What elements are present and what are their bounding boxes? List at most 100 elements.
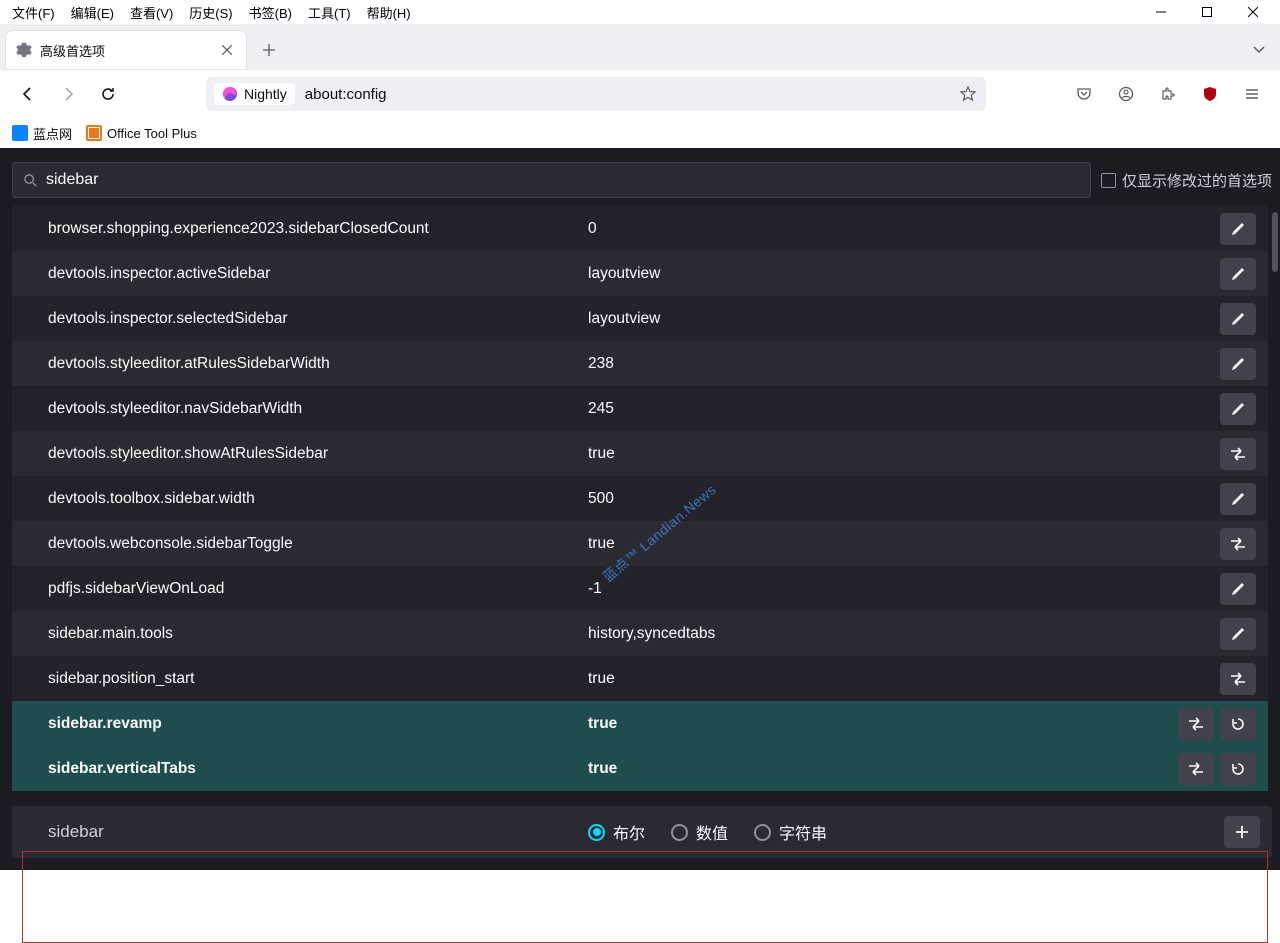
toggle-button[interactable] [1220,663,1256,695]
pref-row[interactable]: browser.shopping.experience2023.sidebarC… [12,206,1268,251]
pref-name: devtools.styleeditor.showAtRulesSidebar [48,445,588,463]
pref-value: true [588,715,1178,733]
bookmarks-toolbar: 蓝点网 Office Tool Plus [0,118,1280,148]
pref-name: sidebar.revamp [48,715,588,733]
pref-row[interactable]: devtools.webconsole.sidebarToggletrue [12,521,1268,566]
reload-button[interactable] [92,78,124,110]
modified-only-toggle[interactable]: 仅显示修改过的首选项 [1101,170,1272,191]
reset-button[interactable] [1220,753,1256,785]
menu-history[interactable]: 历史(S) [181,1,240,24]
url-text: about:config [301,86,387,103]
extensions-icon[interactable] [1152,78,1184,110]
radio-icon [588,824,605,841]
radio-icon [754,824,771,841]
tab-about-config[interactable]: 高级首选项 [6,31,246,69]
pref-row[interactable]: sidebar.position_starttrue [12,656,1268,701]
pref-row[interactable]: sidebar.revamptrue [12,701,1268,746]
pref-row[interactable]: devtools.inspector.selectedSidebarlayout… [12,296,1268,341]
pref-value: -1 [588,580,1220,598]
bookmark-icon [12,125,28,141]
identity-box[interactable]: Nightly [214,83,295,105]
bookmark-landian[interactable]: 蓝点网 [12,124,72,143]
pref-row[interactable]: devtools.styleeditor.showAtRulesSidebart… [12,431,1268,476]
pref-row[interactable]: pdfjs.sidebarViewOnLoad-1 [12,566,1268,611]
edit-button[interactable] [1220,393,1256,425]
edit-button[interactable] [1220,348,1256,380]
radio-label: 布尔 [613,820,645,844]
bookmark-star-icon[interactable] [958,84,978,104]
type-radio[interactable]: 字符串 [754,820,827,844]
edit-button[interactable] [1220,258,1256,290]
identity-label: Nightly [244,86,287,102]
tab-label: 高级首选项 [40,41,210,60]
edit-button[interactable] [1220,303,1256,335]
add-pref-type-radios: 布尔 数值 字符串 [588,820,827,844]
pref-name: devtools.inspector.activeSidebar [48,265,588,283]
modified-only-label: 仅显示修改过的首选项 [1122,170,1272,191]
reset-button[interactable] [1220,708,1256,740]
edit-button[interactable] [1220,618,1256,650]
bookmark-office-tool[interactable]: Office Tool Plus [86,125,197,141]
pref-name: devtools.styleeditor.navSidebarWidth [48,400,588,418]
pocket-icon[interactable] [1068,78,1100,110]
about-config-content: 蓝点™ Landian.News 仅显示修改过的首选项 browser.shop… [0,148,1280,870]
gear-icon [16,42,32,58]
pref-row[interactable]: devtools.toolbox.sidebar.width500 [12,476,1268,521]
maximize-button[interactable] [1184,0,1230,24]
add-pref-button[interactable] [1224,816,1260,848]
minimize-button[interactable] [1138,0,1184,24]
close-button[interactable] [1230,0,1276,24]
scrollbar[interactable] [1272,212,1278,272]
pref-name: pdfjs.sidebarViewOnLoad [48,580,588,598]
pref-row[interactable]: devtools.styleeditor.navSidebarWidth245 [12,386,1268,431]
back-button[interactable] [12,78,44,110]
annotation-highlight-box [22,851,1268,943]
url-bar[interactable]: Nightly about:config [206,77,986,111]
menu-edit[interactable]: 编辑(E) [63,1,122,24]
menu-bookmarks[interactable]: 书签(B) [241,1,300,24]
pref-value: 245 [588,400,1220,418]
tab-strip: 高级首选项 [0,24,1280,70]
pref-value: layoutview [588,265,1220,283]
search-icon [23,173,38,188]
pref-value: 0 [588,220,1220,238]
pref-list: browser.shopping.experience2023.sidebarC… [12,206,1268,798]
account-icon[interactable] [1110,78,1142,110]
pref-row[interactable]: devtools.inspector.activeSidebarlayoutvi… [12,251,1268,296]
close-icon[interactable] [218,41,236,59]
pref-row[interactable]: sidebar.verticalTabstrue [12,746,1268,791]
pref-row[interactable]: devtools.styleeditor.atRulesSidebarWidth… [12,341,1268,386]
config-search-row: 仅显示修改过的首选项 [12,160,1272,200]
pref-row[interactable]: sidebar.main.toolshistory,syncedtabs [12,611,1268,656]
edit-button[interactable] [1220,483,1256,515]
menu-view[interactable]: 查看(V) [122,1,181,24]
type-radio[interactable]: 布尔 [588,820,645,844]
config-search-input[interactable] [46,171,1080,189]
pref-value: layoutview [588,310,1220,328]
toggle-button[interactable] [1178,753,1214,785]
menu-help[interactable]: 帮助(H) [359,1,419,24]
ublock-icon[interactable] [1194,78,1226,110]
toolbar-right [1068,78,1268,110]
pref-value: history,syncedtabs [588,625,1220,643]
pref-value: 500 [588,490,1220,508]
forward-button [52,78,84,110]
edit-button[interactable] [1220,213,1256,245]
toggle-button[interactable] [1220,528,1256,560]
menu-file[interactable]: 文件(F) [4,1,63,24]
checkbox-icon [1101,173,1116,188]
type-radio[interactable]: 数值 [671,820,728,844]
pref-name: browser.shopping.experience2023.sidebarC… [48,220,588,238]
pref-name: sidebar.position_start [48,670,588,688]
all-tabs-button[interactable] [1244,35,1274,65]
menu-tools[interactable]: 工具(T) [300,1,359,24]
window-controls [1138,0,1276,24]
toggle-button[interactable] [1220,438,1256,470]
new-tab-button[interactable] [254,35,284,65]
config-search-box[interactable] [12,162,1091,198]
pref-name: devtools.webconsole.sidebarToggle [48,535,588,553]
app-menu-icon[interactable] [1236,78,1268,110]
toggle-button[interactable] [1178,708,1214,740]
edit-button[interactable] [1220,573,1256,605]
pref-value: 238 [588,355,1220,373]
